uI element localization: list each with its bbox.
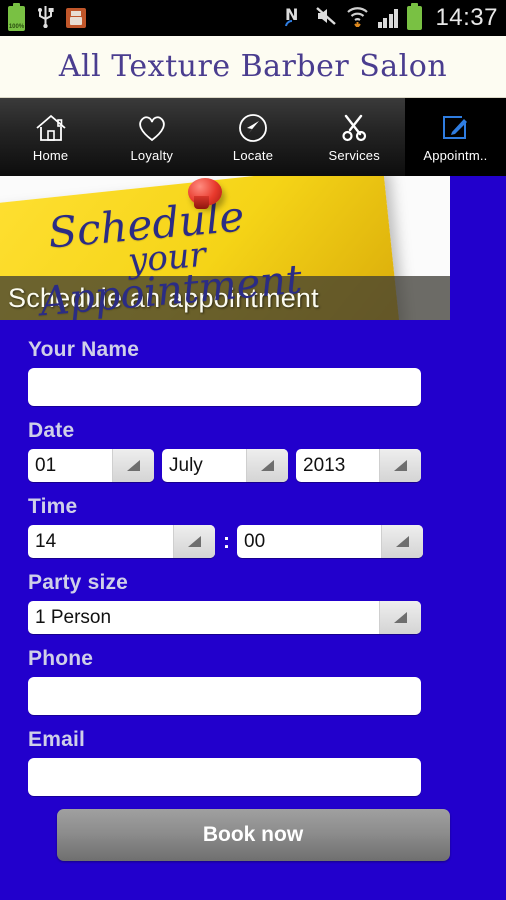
- chevron-down-icon: [379, 601, 421, 634]
- phone-input[interactable]: [28, 677, 421, 715]
- time-separator: :: [223, 529, 230, 553]
- field-date: Date 01 July 2013: [28, 419, 478, 482]
- navigation-icon: [237, 111, 269, 145]
- date-month-value: July: [169, 454, 203, 476]
- battery-percent-label: 100%: [8, 23, 25, 30]
- time-minute-select[interactable]: 00: [237, 525, 423, 558]
- date-year-select[interactable]: 2013: [296, 449, 421, 482]
- chevron-down-icon: [381, 525, 423, 558]
- field-phone: Phone: [28, 647, 478, 715]
- bottom-nav-bar: Home Loyalty Locate Services Appointm..: [0, 98, 506, 176]
- nfc-icon: N: [284, 4, 306, 33]
- email-input[interactable]: [28, 758, 421, 796]
- battery-icon-right: [407, 3, 423, 30]
- time-hour-select[interactable]: 14: [28, 525, 215, 558]
- time-hour-value: 14: [35, 530, 57, 552]
- date-select-row: 01 July 2013: [28, 449, 478, 482]
- field-your-name: Your Name: [28, 338, 478, 406]
- signal-icon: [377, 8, 399, 28]
- nav-item-appointment[interactable]: Appointm..: [404, 98, 506, 176]
- field-email: Email: [28, 728, 478, 796]
- your-name-input[interactable]: [28, 368, 421, 406]
- book-now-button[interactable]: Book now: [56, 809, 450, 861]
- date-day-value: 01: [35, 454, 57, 476]
- page-title: All Texture Barber Salon: [58, 49, 448, 84]
- app-screen: 100% N 14:37 All Texture Barber Salon Ho…: [0, 0, 506, 900]
- nav-item-home[interactable]: Home: [0, 98, 101, 176]
- nav-label-appointment: Appointm..: [423, 148, 488, 163]
- chevron-down-icon: [379, 449, 421, 482]
- time-select-row: 14 : 00: [28, 525, 478, 558]
- battery-icon: 100%: [8, 2, 25, 31]
- chevron-down-icon: [246, 449, 288, 482]
- sdcard-icon: [66, 8, 86, 28]
- home-icon: [34, 111, 68, 145]
- pushpin-icon: [188, 178, 222, 209]
- clock: 14:37: [435, 4, 498, 31]
- appointment-form: Your Name Date 01 July 2013 Time 14: 00…: [0, 320, 506, 861]
- date-month-select[interactable]: July: [162, 449, 288, 482]
- party-size-value: 1 Person: [35, 606, 112, 628]
- label-phone: Phone: [28, 647, 94, 670]
- nav-label-home: Home: [32, 148, 69, 163]
- nav-item-locate[interactable]: Locate: [202, 98, 303, 176]
- heart-icon: [136, 111, 168, 145]
- nav-label-services: Services: [328, 148, 380, 163]
- status-bar-right-icons: N 14:37: [284, 0, 498, 36]
- label-your-name: Your Name: [28, 338, 140, 361]
- date-day-select[interactable]: 01: [28, 449, 154, 482]
- time-minute-value: 00: [244, 530, 266, 552]
- nav-item-services[interactable]: Services: [304, 98, 405, 176]
- field-time: Time 14 : 00: [28, 495, 478, 558]
- label-time: Time: [28, 495, 78, 518]
- nav-item-loyalty[interactable]: Loyalty: [101, 98, 202, 176]
- date-year-value: 2013: [303, 454, 346, 476]
- usb-icon: [37, 4, 54, 33]
- label-email: Email: [28, 728, 86, 751]
- nav-label-locate: Locate: [232, 148, 274, 163]
- status-bar-left-icons: 100%: [8, 2, 86, 33]
- wifi-icon: [346, 5, 369, 32]
- hero-banner: Schedule your Appointment Schedule an ap…: [0, 176, 450, 320]
- field-party-size: Party size 1 Person: [28, 571, 478, 634]
- edit-square-icon: [440, 111, 470, 145]
- status-bar: 100% N 14:37: [0, 0, 506, 36]
- party-size-select[interactable]: 1 Person: [28, 601, 421, 634]
- app-title-bar: All Texture Barber Salon: [0, 36, 506, 98]
- mute-icon: [315, 5, 337, 32]
- chevron-down-icon: [173, 525, 215, 558]
- scissors-icon: [339, 111, 369, 145]
- label-party-size: Party size: [28, 571, 129, 594]
- chevron-down-icon: [112, 449, 154, 482]
- label-date: Date: [28, 419, 75, 442]
- nav-label-loyalty: Loyalty: [130, 148, 174, 163]
